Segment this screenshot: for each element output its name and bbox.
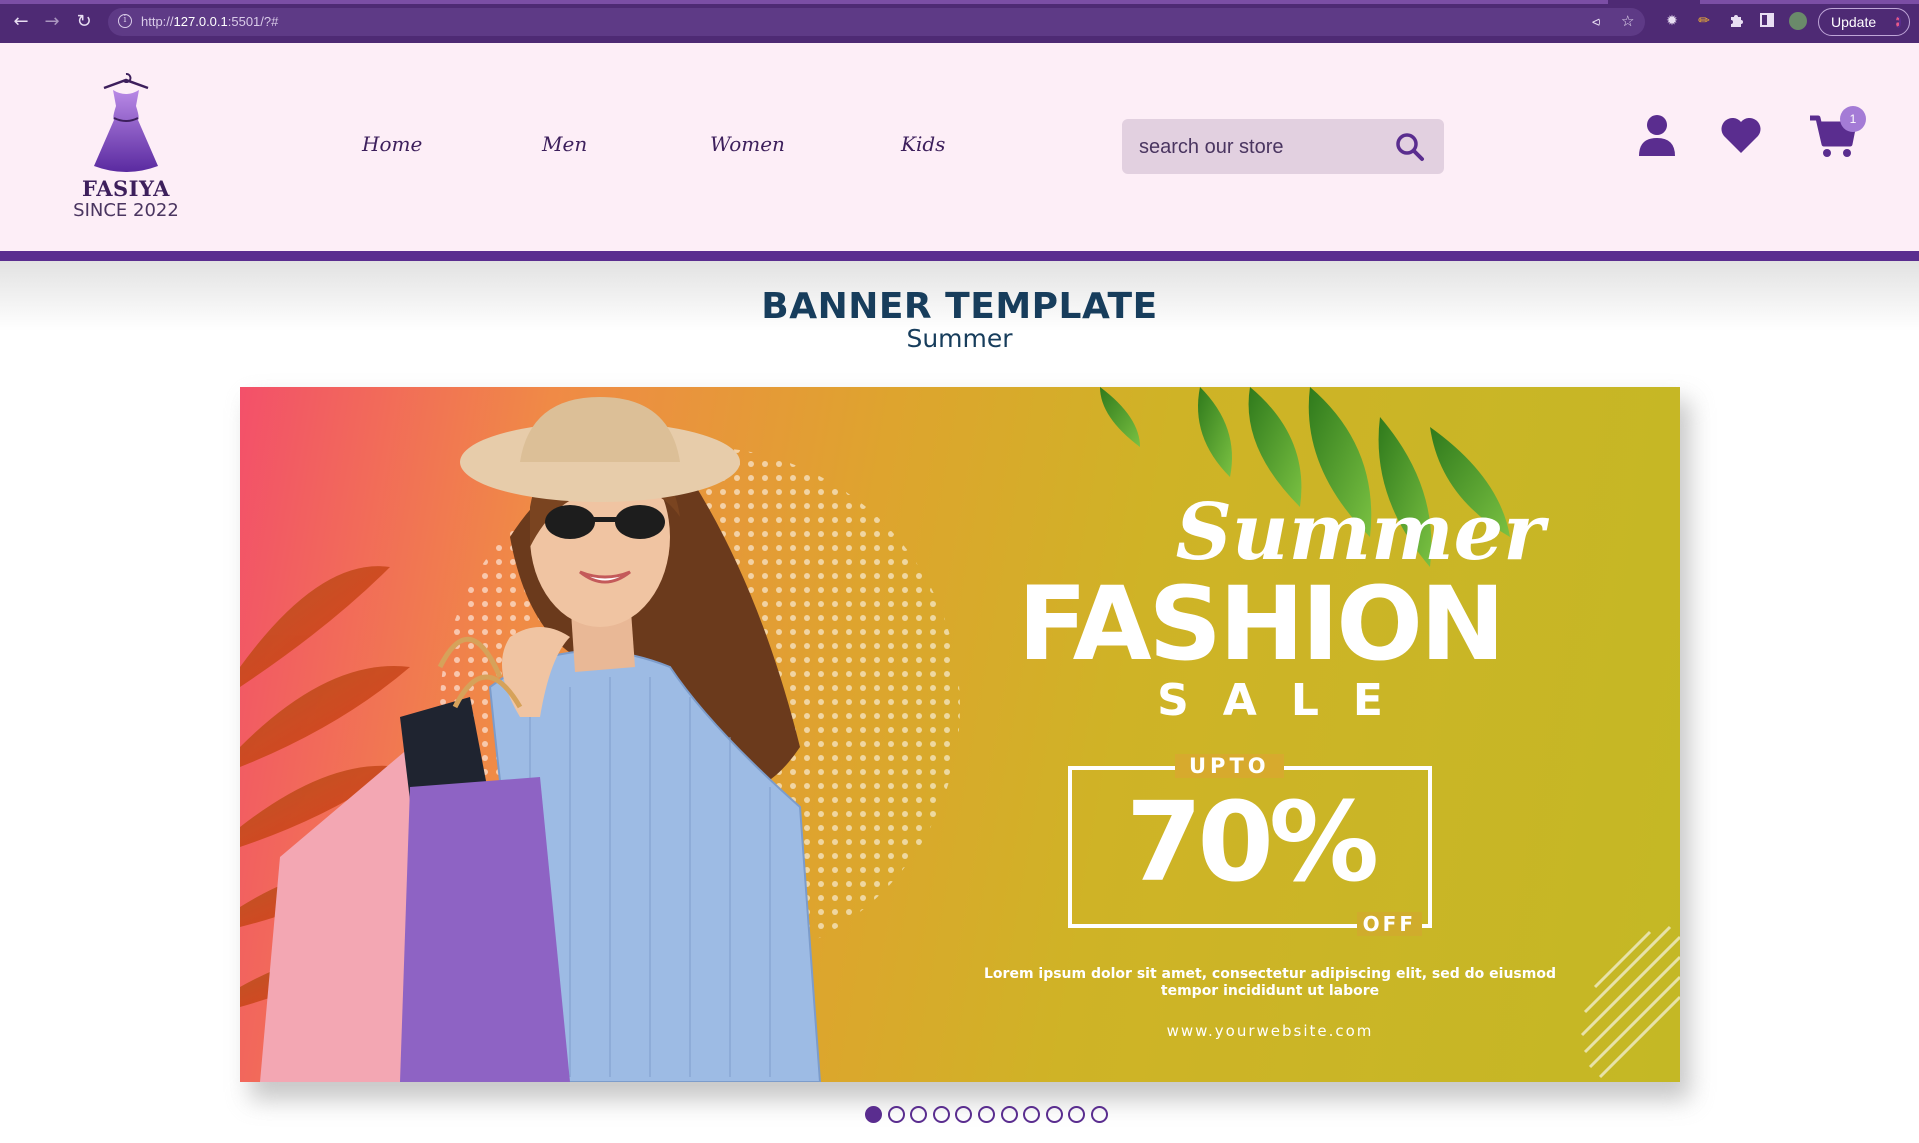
search-input[interactable] [1139, 133, 1389, 161]
update-button[interactable]: Update [1818, 8, 1910, 36]
cart-count-badge: 1 [1840, 106, 1866, 132]
pen-extension-icon[interactable]: ✏ [1695, 12, 1713, 30]
carousel-dot[interactable] [1023, 1106, 1041, 1123]
extension-icon[interactable]: ✹ [1663, 12, 1681, 30]
carousel-dot[interactable] [1068, 1106, 1086, 1123]
header-divider [0, 251, 1919, 261]
search-box [1122, 119, 1444, 174]
share-icon[interactable]: ⪦ [1592, 12, 1600, 30]
slide-headline: FASHION [1017, 565, 1506, 684]
carousel-dot[interactable] [955, 1106, 973, 1123]
brand-name: FASIYA [82, 176, 170, 201]
carousel-dot[interactable] [978, 1106, 995, 1123]
carousel-dot[interactable] [1000, 1106, 1018, 1123]
carousel-dot[interactable] [910, 1106, 928, 1123]
banner-slide[interactable]: Summer FASHION SALE UPTO 70% OFF Lorem i… [240, 387, 1680, 1082]
wishlist-heart-icon[interactable] [1720, 116, 1762, 154]
nav-women[interactable]: Women [710, 132, 785, 156]
site-header [0, 43, 1919, 251]
user-account-icon[interactable] [1639, 114, 1675, 156]
brand-since: SINCE 2022 [73, 200, 179, 221]
tab-strip-highlight [0, 0, 1608, 4]
side-panel-icon[interactable] [1758, 12, 1776, 30]
nav-home[interactable]: Home [362, 132, 422, 156]
carousel-dot[interactable] [865, 1106, 882, 1123]
dress-logo-icon [94, 73, 158, 172]
discount-off: OFF [1356, 912, 1422, 936]
forward-icon[interactable]: → [41, 11, 63, 33]
carousel-dot[interactable] [1091, 1106, 1108, 1123]
nav-kids[interactable]: Kids [901, 132, 945, 156]
banner-subtitle: Summer [906, 324, 1013, 353]
carousel-dot[interactable] [1045, 1106, 1063, 1123]
slide-sale: SALE [1157, 675, 1417, 726]
puzzle-icon[interactable] [1727, 12, 1745, 30]
discount-box: UPTO 70% OFF [1068, 754, 1432, 936]
slide-website: www.yourwebsite.com [1166, 1022, 1374, 1040]
nav-men[interactable]: Men [542, 132, 587, 156]
bookmark-star-icon[interactable]: ☆ [1621, 12, 1634, 30]
discount-upto: UPTO [1175, 754, 1284, 778]
reload-icon[interactable]: ↻ [73, 11, 95, 33]
url-text[interactable]: http://127.0.0.1:5501/?# [141, 14, 278, 29]
more-menu-icon[interactable] [1896, 16, 1901, 28]
slide-description: Lorem ipsum dolor sit amet, consectetur … [984, 966, 1556, 999]
back-icon[interactable]: ← [10, 11, 32, 33]
carousel-dot[interactable] [932, 1106, 950, 1123]
tab-strip-highlight [1700, 0, 1919, 4]
carousel-dot[interactable] [887, 1106, 905, 1123]
site-info-icon[interactable]: i [118, 14, 132, 28]
search-icon[interactable] [1394, 131, 1426, 163]
banner-title: BANNER TEMPLATE [761, 286, 1158, 327]
address-bar[interactable]: i http://127.0.0.1:5501/?# ⪦ ☆ [108, 8, 1645, 36]
profile-avatar[interactable] [1789, 12, 1807, 30]
discount-percent: 70% [1125, 778, 1379, 906]
browser-toolbar: ← → ↻ i http://127.0.0.1:5501/?# ⪦ ☆ ✹ ✏… [0, 0, 1919, 43]
logo[interactable]: FASIYA SINCE 2022 [66, 70, 186, 221]
